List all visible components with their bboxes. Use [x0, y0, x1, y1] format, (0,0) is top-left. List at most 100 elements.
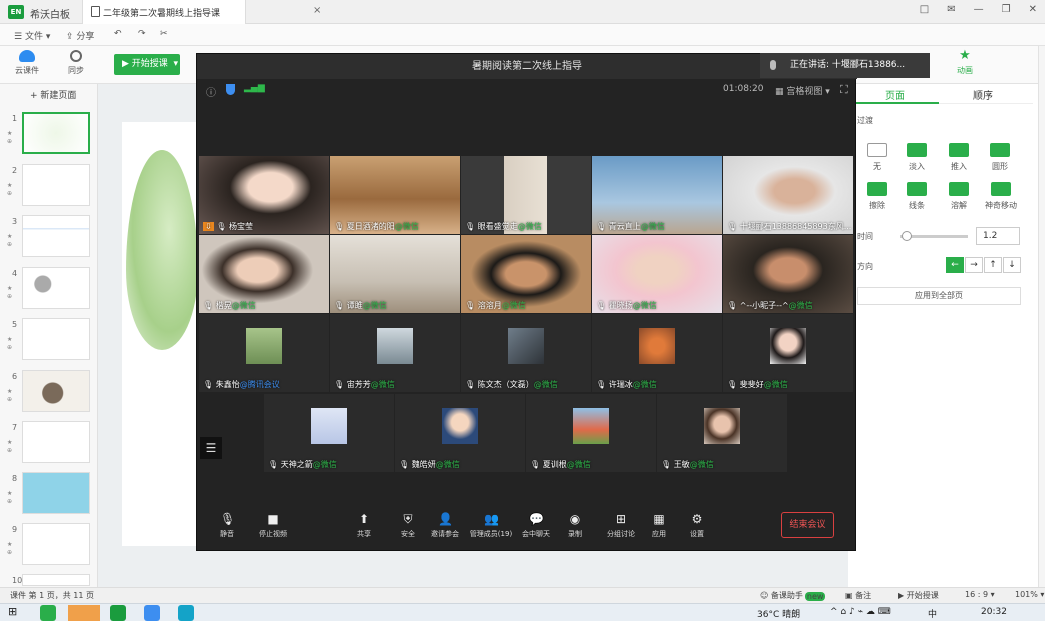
participant-tile[interactable]: 🎙 溶溶月@微信	[461, 235, 591, 313]
app-icon[interactable]	[144, 605, 160, 621]
start-teaching-status-button[interactable]: ▶ 开始授课	[898, 590, 939, 601]
aspect-ratio-select[interactable]: 16 : 9 ▾	[965, 590, 995, 599]
participant-tile[interactable]: 🎙 斐斐好@微信	[723, 314, 853, 392]
transition-wipe[interactable]: 擦除	[862, 182, 892, 211]
participant-name: 许瑞冰	[608, 380, 633, 389]
info-icon[interactable]: ⓘ	[206, 84, 216, 99]
invite-button[interactable]: 👤 邀请参会	[420, 512, 470, 539]
participant-tile[interactable]: ⇩ 🎙 杨宝莹	[199, 156, 329, 234]
redo-icon[interactable]: ↷	[138, 29, 146, 39]
fullscreen-icon[interactable]: ⛶	[840, 83, 848, 97]
slide-thumb[interactable]: 6 ★ ⊕	[0, 370, 98, 420]
stop-video-button[interactable]: ■ 停止视频	[248, 512, 298, 539]
slide-thumb[interactable]: 4 ★ ⊕	[0, 267, 98, 317]
end-meeting-button[interactable]: 结束会议	[781, 512, 834, 538]
participant-tile[interactable]: 🎙 天神之箭@微信	[264, 394, 394, 472]
transition-circle[interactable]: 圆形	[985, 143, 1015, 172]
weather-widget[interactable]: 36°C 晴朗	[757, 607, 800, 620]
transition-lines[interactable]: 线条	[902, 182, 932, 211]
slide-thumb[interactable]: 2 ★ ⊕	[0, 164, 98, 214]
close-window-button[interactable]: ✕	[1029, 4, 1037, 15]
participant-list-icon[interactable]: ☰	[200, 437, 222, 459]
participant-tile[interactable]: 🎙 陈文杰（文磊）@微信	[461, 314, 591, 392]
transition-fade[interactable]: 淡入	[902, 143, 932, 172]
participant-tile[interactable]: 🎙 魏皓妍@微信	[395, 394, 525, 472]
seewo-app-icon[interactable]	[110, 605, 126, 621]
ime-indicator[interactable]: 中	[928, 607, 937, 620]
slide-thumb[interactable]: 7 ★ ⊕	[0, 421, 98, 471]
sync-button[interactable]: 同步	[56, 50, 96, 76]
participant-tile[interactable]: 🎙 瞿晓扬@微信	[592, 235, 722, 313]
share-button[interactable]: ⬆ 共享	[339, 512, 389, 539]
tab-order[interactable]: 顺序	[973, 87, 993, 102]
slide-thumb[interactable]: 8 ★ ⊕	[0, 472, 98, 522]
participant-tile[interactable]: 🎙 夏日酒渚的阳@微信	[330, 156, 460, 234]
cut-icon[interactable]: ✂	[160, 29, 168, 39]
avatar	[311, 408, 347, 444]
mail-icon[interactable]: ✉	[947, 4, 955, 15]
undo-icon[interactable]: ↶	[114, 29, 122, 39]
windows-start-icon[interactable]: ⊞	[8, 605, 17, 618]
participant-tile[interactable]: 🎙 王敏@微信	[657, 394, 787, 472]
participant-name: 溶溶月	[477, 301, 502, 310]
transition-magic-move[interactable]: 神奇移动	[982, 182, 1020, 211]
participant-tile[interactable]: 🎙 宙芳芳@微信	[330, 314, 460, 392]
tray-icons[interactable]: ^ ⌂ ♪ ⌁ ☁ ⌨	[830, 607, 891, 617]
participant-tile[interactable]: 🎙 谭雎@微信	[330, 235, 460, 313]
meeting-app-icon[interactable]	[178, 605, 194, 621]
magic-move-icon	[991, 182, 1011, 196]
participant-tile[interactable]: 🎙 夏训根@微信	[526, 394, 656, 472]
start-teaching-button[interactable]: ▶ 开始授课 ▾	[114, 54, 180, 75]
menu-share[interactable]: ⇪ 分享	[66, 29, 94, 42]
new-page-button[interactable]: + 新建页面	[30, 88, 76, 101]
title-bar: EN 希沃白板 二年级第二次暑期线上指导课 × □ ✉ — ❐ ✕	[0, 0, 1045, 24]
manage-members-button[interactable]: 👥 管理成员(19)	[465, 512, 517, 539]
direction-label: 方向	[857, 262, 873, 271]
document-tab[interactable]: 二年级第二次暑期线上指导课 ×	[82, 0, 321, 24]
participant-tile[interactable]: 🎙 青云直上@微信	[592, 156, 722, 234]
lesson-assistant-button[interactable]: ☺ 备课助手 new	[760, 590, 826, 601]
share-screen-icon: ⬆	[358, 512, 370, 526]
participant-tile[interactable]: 🎙 朱鑫怡@腾讯会议	[199, 314, 329, 392]
transition-push[interactable]: 推入	[944, 143, 974, 172]
direction-right-button[interactable]: →	[965, 257, 983, 273]
app-icon[interactable]	[40, 605, 56, 621]
feedback-icon[interactable]: □	[920, 4, 929, 15]
notes-button[interactable]: ▣ 备注	[845, 590, 871, 601]
participant-name: 王敏	[673, 460, 690, 469]
participant-tile[interactable]: 🎙 ^--小昵子--^@微信	[723, 235, 853, 313]
participant-tile[interactable]: 🎙 楷晃@微信	[199, 235, 329, 313]
record-button[interactable]: ◉ 录制	[550, 512, 600, 539]
slide-thumb[interactable]: 1 ★ ⊕	[0, 112, 98, 162]
time-slider-handle[interactable]	[902, 231, 912, 241]
participant-tile[interactable]: 🎙 许瑞冰@微信	[592, 314, 722, 392]
animation-button[interactable]: ★ 动画	[945, 49, 985, 76]
menu-file[interactable]: ☰ 文件 ▾	[14, 29, 50, 42]
browser-app-icon[interactable]	[68, 605, 100, 621]
apply-to-all-button[interactable]: 应用到全部页	[857, 287, 1021, 305]
maximize-button[interactable]: ❐	[1002, 4, 1011, 15]
slide-thumb[interactable]: 10	[0, 574, 98, 586]
time-input[interactable]: 1.2	[976, 227, 1020, 245]
participant-tile-active-speaker[interactable]: 🎙 十堰郦石13886845893东风...	[723, 156, 853, 234]
slide-thumb[interactable]: 5 ★ ⊕	[0, 318, 98, 368]
participant-tile[interactable]: 🎙 眼看盛觉走@微信	[461, 156, 591, 234]
direction-up-button[interactable]: ↑	[984, 257, 1002, 273]
direction-left-button[interactable]: ←	[946, 257, 964, 273]
zoom-select[interactable]: 101% ▾	[1015, 590, 1044, 599]
settings-button[interactable]: ⚙ 设置	[672, 512, 722, 539]
transition-none[interactable]: 无	[862, 143, 892, 172]
close-tab-icon[interactable]: ×	[313, 5, 321, 16]
slide-thumb[interactable]: 9 ★ ⊕	[0, 523, 98, 573]
mute-button[interactable]: 🎙 静音	[202, 512, 252, 539]
taskbar: ⊞ 36°C 晴朗 ^ ⌂ ♪ ⌁ ☁ ⌨ 中 20:32	[0, 603, 1045, 621]
direction-down-button[interactable]: ↓	[1003, 257, 1021, 273]
clock[interactable]: 20:32	[981, 607, 1007, 617]
transition-dissolve[interactable]: 溶解	[944, 182, 974, 211]
slide-thumb[interactable]: 3 ★ ⊕	[0, 215, 98, 265]
participant-name: 谭雎	[346, 301, 363, 310]
minimize-button[interactable]: —	[974, 4, 984, 15]
cloud-courseware-button[interactable]: 云课件	[7, 50, 47, 76]
grid-view-button[interactable]: ▦ 宫格视图 ▾	[775, 84, 830, 97]
tab-page[interactable]: 页面	[885, 87, 905, 102]
